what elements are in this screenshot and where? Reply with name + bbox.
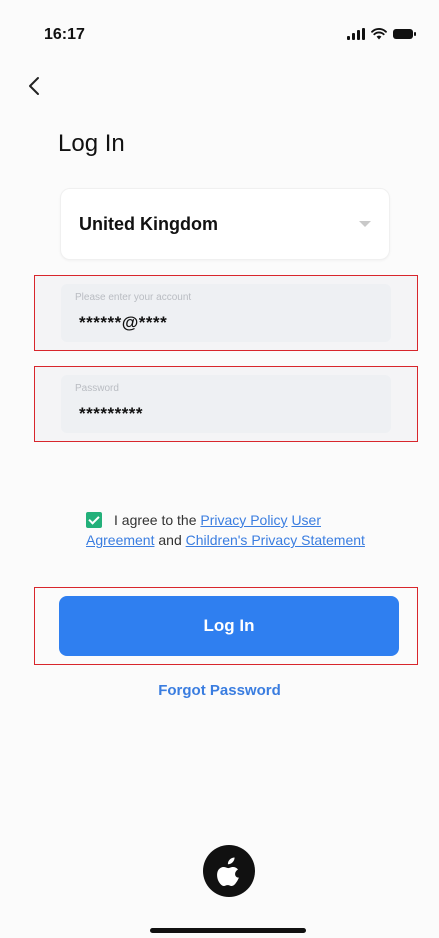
status-time: 16:17 [44, 26, 85, 43]
chevron-down-icon [359, 221, 371, 227]
back-chevron-left-icon[interactable] [22, 72, 48, 100]
password-field-label: Password [75, 383, 119, 394]
agreement-prefix: I agree to the [114, 512, 197, 528]
password-input[interactable]: ********* [79, 404, 143, 424]
status-icons [347, 28, 416, 40]
forgot-password-link[interactable]: Forgot Password [0, 682, 439, 699]
checkbox-checked-icon[interactable] [86, 512, 102, 528]
privacy-policy-link[interactable]: Privacy Policy [200, 512, 287, 528]
apple-icon [217, 857, 239, 886]
account-field-label: Please enter your account [75, 292, 192, 303]
account-field[interactable]: Please enter your account ******@**** [34, 275, 418, 351]
childrens-privacy-link[interactable]: Children's Privacy Statement [186, 532, 365, 548]
apple-login-button[interactable] [203, 845, 255, 897]
signal-icon [347, 28, 365, 40]
home-indicator[interactable] [150, 928, 306, 933]
page-title: Log In [58, 130, 125, 157]
agreement-text: I agree to the Privacy Policy User Agree… [86, 510, 386, 550]
login-button-container: Log In [34, 587, 418, 665]
region-select[interactable]: United Kingdom [60, 188, 390, 260]
password-field[interactable]: Password ********* [34, 366, 418, 442]
status-bar: 16:17 [0, 0, 439, 60]
wifi-icon [371, 28, 387, 40]
battery-icon [393, 29, 416, 39]
agreement-and: and [158, 532, 182, 548]
account-input[interactable]: ******@**** [79, 313, 167, 333]
region-value: United Kingdom [79, 214, 218, 234]
login-button[interactable]: Log In [59, 596, 399, 656]
